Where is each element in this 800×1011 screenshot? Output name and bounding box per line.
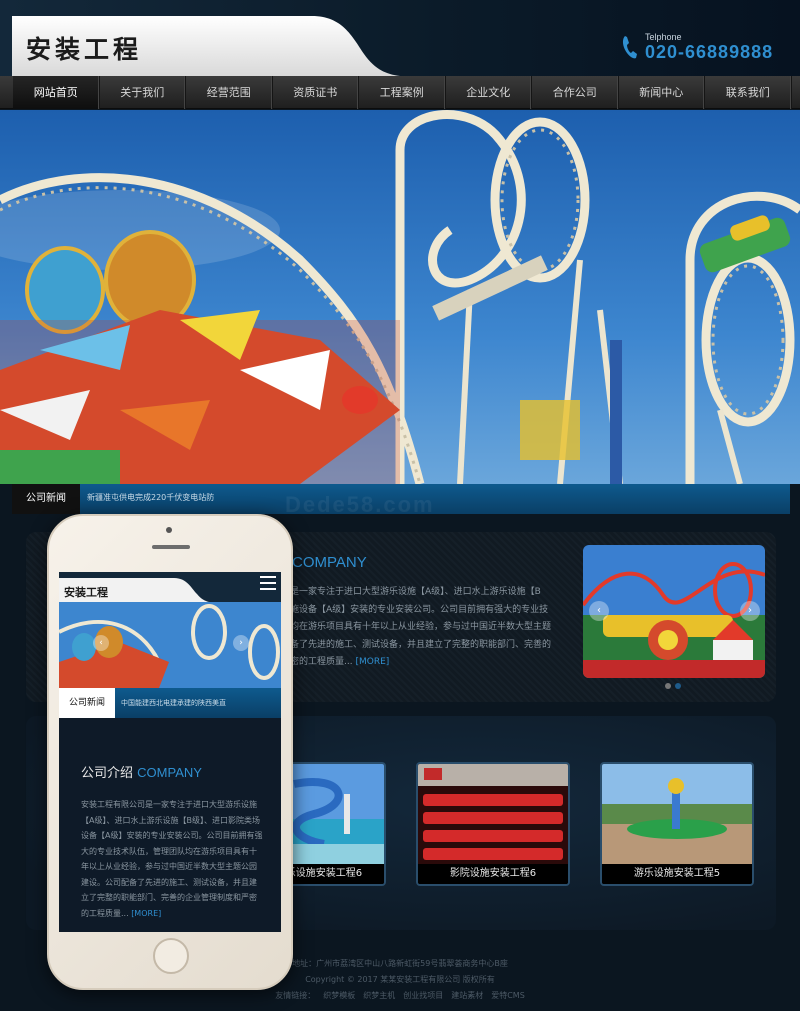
slider-dot[interactable] [665, 683, 671, 689]
amusement-park-photo [583, 545, 765, 678]
about-title: COMPANY [292, 554, 367, 571]
mobile-intro-body: 安装工程有限公司是一家专注于进口大型游乐设施【A级】、进口水上游乐设施【B级】、… [81, 800, 263, 918]
phone-home-button [153, 938, 189, 974]
footer-link[interactable]: 织梦主机 [363, 991, 395, 1000]
about-more-link[interactable]: [MORE] [355, 657, 389, 667]
mobile-slider-prev[interactable]: ‹ [93, 635, 109, 651]
footer-link[interactable]: 建站素材 [451, 991, 483, 1000]
nav-item-scope[interactable]: 经营范围 [186, 76, 273, 109]
nav-item-certificates[interactable]: 资质证书 [273, 76, 359, 109]
mobile-more-link[interactable]: [MORE] [131, 909, 161, 918]
mobile-news-bar: 公司新闻 中国能建西北电建承建的陕西美直 [59, 688, 281, 718]
case-card-rides[interactable]: 游乐设施安装工程5 [600, 762, 754, 886]
mobile-header: 安装工程 [59, 572, 281, 602]
slider-prev-arrow[interactable]: ‹ [589, 601, 609, 621]
nav-item-about[interactable]: 关于我们 [100, 76, 186, 109]
nav-item-partners[interactable]: 合作公司 [532, 76, 619, 109]
about-line: 密的工程质量... [MORE] [290, 654, 568, 672]
mobile-intro-title: 公司介绍 COMPANY [81, 762, 202, 781]
case-caption[interactable]: 影院设施安装工程6 [418, 864, 568, 884]
mobile-logo[interactable]: 安装工程 [64, 584, 108, 600]
ride-photo [602, 764, 752, 864]
about-line: 均在游乐项目具有十年以上从业经验，参与过中国近半数大型主题 [290, 622, 552, 632]
phone-camera [166, 527, 172, 533]
footer-links-label: 友情链接： [275, 991, 316, 1000]
about-line: 是一家专注于进口大型游乐设施【A级】、进口水上游乐设施【B [290, 587, 541, 597]
nav-item-news[interactable]: 新闻中心 [619, 76, 705, 109]
mobile-banner[interactable]: ‹ › [59, 602, 281, 688]
slider-dots [665, 683, 681, 689]
slider-next-arrow[interactable]: › [740, 601, 760, 621]
telephone-label: Telphone [645, 32, 682, 42]
hero-banner[interactable] [0, 110, 800, 484]
nav-item-culture[interactable]: 企业文化 [446, 76, 532, 109]
case-caption[interactable]: 游乐设施安装工程5 [602, 864, 752, 884]
mobile-slider-next[interactable]: › [233, 635, 249, 651]
footer-link[interactable]: 创业找项目 [403, 991, 443, 1000]
nav-item-cases[interactable]: 工程案例 [359, 76, 446, 109]
about-line: 备了先进的施工、测试设备，并且建立了完整的职能部门、完善的 [290, 639, 552, 650]
about-slider-image[interactable] [583, 545, 765, 678]
about-line: 施设备【A级】安装的专业安装公司。公司目前拥有强大的专业技 [290, 604, 549, 615]
footer-link[interactable]: 爱特CMS [491, 991, 525, 1000]
footer-links: 友情链接： 织梦模板 织梦主机 创业找项目 建站素材 爱特CMS [0, 990, 800, 1001]
mobile-news-label: 公司新闻 [59, 688, 115, 718]
watermark: Dede58.com [285, 492, 435, 517]
site-logo[interactable]: 安装工程 [26, 30, 142, 66]
about-line-end: 密的工程质量... [290, 657, 353, 667]
hamburger-menu-icon[interactable] [260, 576, 276, 590]
case-card-cinema[interactable]: 影院设施安装工程6 [416, 762, 570, 886]
footer-link[interactable]: 织梦模板 [323, 991, 355, 1000]
cinema-photo [418, 764, 568, 864]
phone-speaker [152, 545, 190, 549]
about-text: 是一家专注于进口大型游乐设施【A级】、进口水上游乐设施【B 施设备【A级】安装的… [290, 584, 568, 672]
mobile-intro-title-cn: 公司介绍 [81, 766, 134, 781]
mobile-intro-title-en: COMPANY [137, 765, 202, 780]
news-headline[interactable]: 新疆准屯供电完成220千伏变电站防 [87, 484, 214, 512]
nav-item-contact[interactable]: 联系我们 [705, 76, 792, 109]
nav-item-home[interactable]: 网站首页 [13, 76, 100, 109]
telephone-number: 020-66889888 [645, 42, 774, 62]
slider-dot-active[interactable] [675, 683, 681, 689]
main-nav: 网站首页 关于我们 经营范围 资质证书 工程案例 企业文化 合作公司 新闻中心 … [0, 76, 800, 109]
news-label: 公司新闻 [12, 484, 80, 514]
mobile-intro-text: 安装工程有限公司是一家专注于进口大型游乐设施【A级】、进口水上游乐设施【B级】、… [81, 797, 263, 921]
phone-icon [622, 36, 637, 59]
mobile-news-text[interactable]: 中国能建西北电建承建的陕西美直 [121, 688, 226, 718]
roller-coaster-image [0, 110, 800, 484]
